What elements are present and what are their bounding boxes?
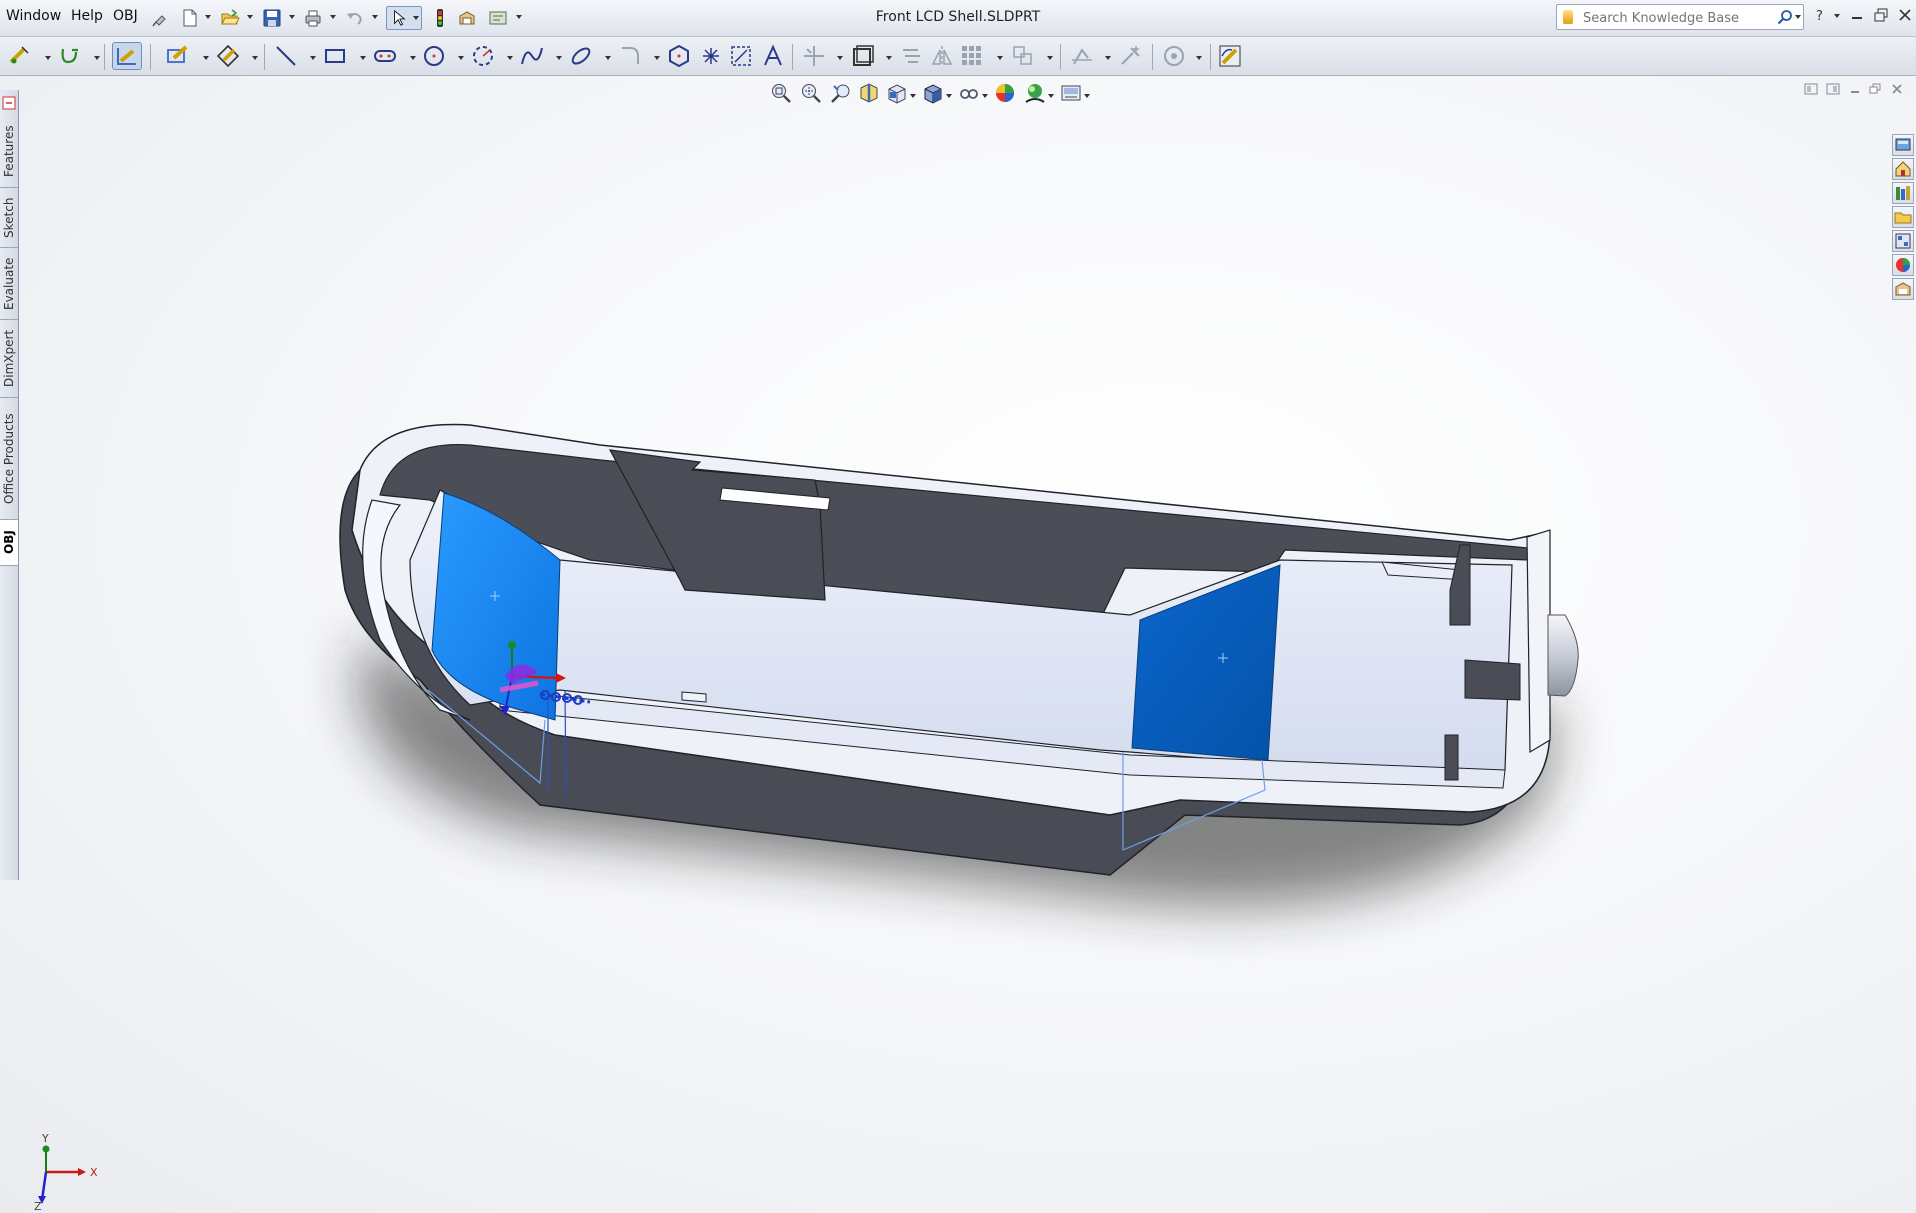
toolbar-separator [150, 44, 151, 70]
connector-plug [1547, 614, 1579, 697]
options-icon[interactable] [488, 8, 508, 28]
menu-help[interactable]: Help [71, 8, 103, 24]
chevron-down-icon[interactable] [1047, 56, 1053, 60]
command-manager [0, 37, 1916, 76]
instant-3d-icon [117, 48, 136, 65]
chevron-down-icon[interactable] [605, 56, 611, 60]
pin-menu-icon[interactable] [150, 8, 170, 28]
select-arrow-icon [394, 9, 406, 26]
rectangle-icon[interactable] [323, 44, 347, 68]
chevron-down-icon[interactable] [330, 15, 336, 19]
toolbar-separator [1060, 44, 1061, 70]
chevron-down-icon[interactable] [556, 56, 562, 60]
toolbar-separator [792, 44, 793, 70]
convert-entities-icon[interactable] [729, 44, 753, 68]
point-icon[interactable] [699, 44, 723, 68]
snap-post-lower [1444, 734, 1459, 781]
print-icon[interactable] [303, 8, 323, 28]
chevron-down-icon[interactable] [310, 56, 316, 60]
quick-snaps-icon[interactable] [1162, 44, 1186, 68]
arc-icon[interactable] [471, 44, 495, 68]
end-wall [1526, 529, 1551, 754]
chevron-down-icon[interactable] [837, 56, 843, 60]
open-folder-icon[interactable] [220, 8, 240, 28]
chevron-down-icon[interactable] [289, 15, 295, 19]
chevron-down-icon[interactable] [205, 15, 211, 19]
minimize-icon[interactable] [1848, 6, 1866, 24]
triad-y-label: Y [41, 1132, 49, 1145]
rebuild-icon[interactable] [430, 8, 450, 28]
origin-y-handle[interactable] [508, 641, 516, 649]
chevron-down-icon[interactable] [507, 56, 513, 60]
search-icon[interactable] [1777, 9, 1793, 25]
chevron-down-icon[interactable] [410, 56, 416, 60]
floor-notch [681, 691, 707, 703]
instant-2d-icon[interactable] [1218, 44, 1242, 68]
ellipse-icon[interactable] [569, 44, 593, 68]
chevron-down-icon[interactable] [94, 56, 100, 60]
toolbar-separator [264, 44, 265, 70]
spline-icon[interactable] [520, 44, 544, 68]
help-icon[interactable]: ? [1812, 6, 1830, 24]
smart-dimension-diamond-icon[interactable] [216, 44, 240, 68]
close-icon[interactable] [1896, 6, 1914, 24]
chevron-down-icon[interactable] [458, 56, 464, 60]
chevron-down-icon[interactable] [886, 56, 892, 60]
chevron-down-icon[interactable] [1196, 56, 1202, 60]
chevron-down-icon[interactable] [413, 16, 419, 20]
chevron-down-icon[interactable] [1795, 15, 1801, 19]
select-button[interactable] [386, 6, 422, 30]
sketch-icon[interactable] [166, 44, 190, 68]
undo-icon[interactable] [345, 8, 365, 28]
sketch-text-icon[interactable] [761, 44, 785, 68]
instant-3d-button[interactable] [112, 42, 142, 70]
sketch-fillet-icon[interactable] [618, 44, 642, 68]
chevron-down-icon[interactable] [1834, 14, 1840, 18]
move-entities-icon[interactable] [1011, 44, 1035, 68]
circle-icon[interactable] [422, 44, 446, 68]
repair-sketch-icon[interactable] [1119, 44, 1143, 68]
mirror-entities-icon[interactable] [930, 44, 954, 68]
coordinate-triad: Y X Z [34, 1132, 98, 1210]
offset-entities-icon[interactable] [851, 44, 875, 68]
model-view[interactable] [0, 76, 1916, 1213]
smart-dimension-icon[interactable] [8, 44, 32, 68]
chevron-down-icon[interactable] [516, 15, 522, 19]
convert-edges-icon[interactable] [900, 44, 924, 68]
display-relations-icon[interactable] [1070, 44, 1094, 68]
slot-icon[interactable] [373, 44, 397, 68]
title-bar: Window Help OBJ Front LCD Shell.SLDPRT S… [0, 0, 1916, 37]
trim-entities-icon[interactable] [802, 44, 826, 68]
new-document-icon[interactable] [180, 8, 200, 28]
chevron-down-icon[interactable] [654, 56, 660, 60]
knowledge-base-icon [1563, 10, 1573, 24]
linear-pattern-icon[interactable] [960, 44, 984, 68]
sketch-loop-icon[interactable] [58, 44, 82, 68]
menu-obj[interactable]: OBJ [113, 8, 138, 24]
connector-cutout [1464, 659, 1521, 701]
restore-icon[interactable] [1872, 6, 1890, 24]
search-box[interactable] [1556, 4, 1804, 30]
toolbar-separator [1210, 44, 1211, 70]
triad-x-label: X [90, 1166, 98, 1179]
chevron-down-icon[interactable] [360, 56, 366, 60]
chevron-down-icon[interactable] [372, 15, 378, 19]
chevron-down-icon[interactable] [45, 56, 51, 60]
toolbar-separator [104, 44, 105, 70]
polygon-icon[interactable] [667, 44, 691, 68]
chevron-down-icon[interactable] [252, 56, 258, 60]
chevron-down-icon[interactable] [997, 56, 1003, 60]
save-icon[interactable] [262, 8, 282, 28]
toolbar-separator [1152, 44, 1153, 70]
line-icon[interactable] [274, 44, 298, 68]
chevron-down-icon[interactable] [1105, 56, 1111, 60]
chevron-down-icon[interactable] [203, 56, 209, 60]
search-input[interactable] [1581, 7, 1775, 29]
menu-window[interactable]: Window [6, 8, 61, 24]
chevron-down-icon[interactable] [247, 15, 253, 19]
file-properties-icon[interactable] [457, 8, 477, 28]
triad-z-label: Z [34, 1200, 42, 1210]
svg-text:?: ? [1816, 9, 1823, 24]
